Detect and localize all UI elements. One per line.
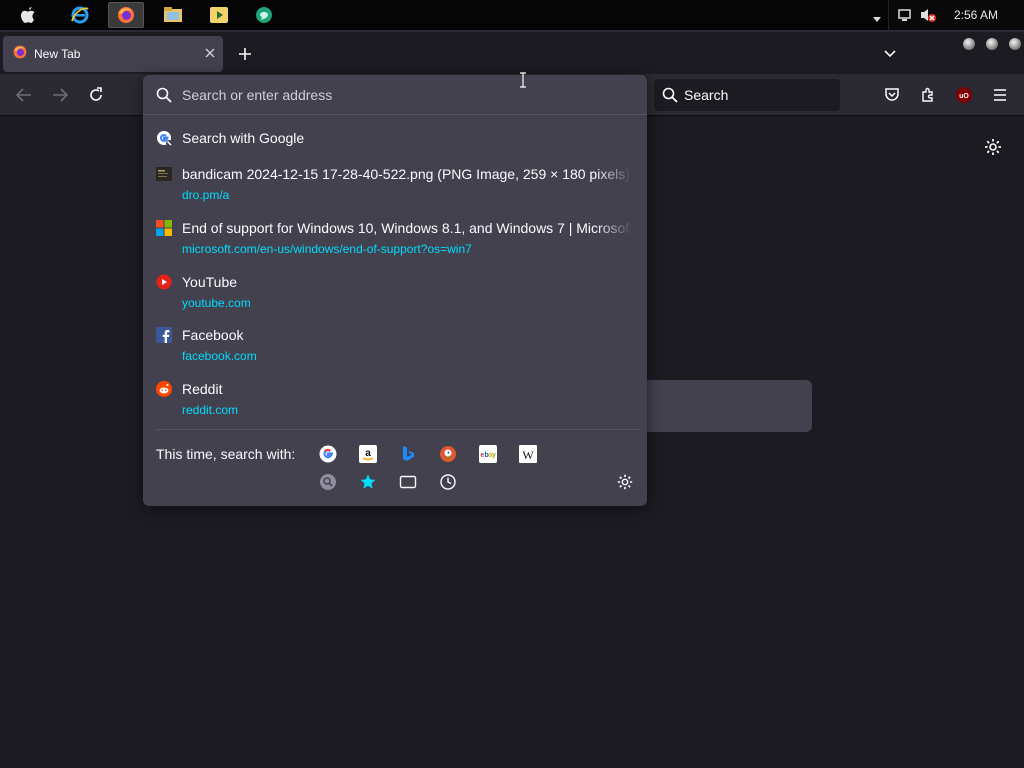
result-title: Reddit [182,381,223,397]
network-icon[interactable] [897,7,913,28]
new-tab-button[interactable] [232,41,258,67]
tray-arrow-icon[interactable] [872,11,882,29]
minimize-button[interactable] [963,38,975,50]
svg-text:y: y [492,452,496,459]
urlbar-dropdown: Search with Google bandicam 2024-12-15 1… [143,75,647,506]
system-tray: 2:56 AM [888,0,1024,30]
toolbar-search-box[interactable]: Search [654,79,840,111]
forward-arrow-icon [53,88,68,102]
internet-explorer-icon[interactable] [62,2,98,28]
search-suggestion-label: Search with Google [182,130,305,146]
one-off-separator [156,429,640,430]
pocket-icon [885,88,899,101]
ublock-origin-icon: uO [956,87,972,103]
amazon-engine-icon[interactable]: a [358,444,378,464]
maximize-button[interactable] [986,38,998,50]
ublock-origin-button[interactable]: uO [953,84,975,106]
result-title: bandicam 2024-12-15 17-28-40-522.png (PN… [182,166,630,182]
volume-muted-icon[interactable] [919,7,937,28]
urlbar-input[interactable] [182,86,622,103]
gear-icon [985,139,1001,155]
google-engine-icon[interactable] [318,444,338,464]
tab-title: New Tab [34,47,81,61]
back-arrow-icon [16,88,31,102]
search-settings-button[interactable] [616,473,634,496]
reddit-icon [156,381,172,397]
tabs-mode-icon[interactable] [398,472,418,492]
newtab-search-box-background [646,380,812,432]
wikipedia-engine-icon[interactable]: W [518,444,538,464]
one-off-search-label: This time, search with: [156,446,296,462]
chat-app-icon[interactable] [246,2,282,28]
facebook-icon [156,327,172,343]
result-title: Facebook [182,327,244,343]
microsoft-icon [156,220,172,236]
search-icon [156,87,172,103]
result-url: youtube.com [182,296,251,310]
result-row[interactable]: End of support for Windows 10, Windows 8… [143,218,647,258]
file-explorer-icon[interactable] [155,2,191,28]
svg-text:uO: uO [959,93,969,100]
result-row[interactable]: Reddit reddit.com [143,379,647,419]
bing-engine-icon[interactable] [398,444,418,464]
newtab-settings-button[interactable] [983,137,1003,162]
os-taskbar: 2:56 AM [0,0,1024,30]
result-url: dro.pm/a [182,188,230,202]
svg-text:a: a [365,448,371,459]
list-all-tabs-button[interactable] [884,45,896,63]
result-row[interactable]: YouTube youtube.com [143,272,647,312]
close-window-button[interactable] [1009,38,1021,50]
back-button[interactable] [13,84,35,106]
result-url: facebook.com [182,349,257,363]
result-url: microsoft.com/en-us/windows/end-of-suppo… [182,242,472,256]
bookmarks-star-icon[interactable] [358,472,378,492]
youtube-icon [156,274,172,290]
tab-new-tab[interactable]: New Tab [3,36,223,72]
result-title: End of support for Windows 10, Windows 8… [182,220,632,236]
svg-text:W: W [522,448,534,462]
pocket-button[interactable] [881,84,903,106]
search-tabs-mode-icon[interactable] [318,472,338,492]
urlbar[interactable] [143,75,647,115]
duckduckgo-engine-icon[interactable] [438,444,458,464]
result-row[interactable]: bandicam 2024-12-15 17-28-40-522.png (PN… [143,164,647,204]
result-row[interactable]: Facebook facebook.com [143,325,647,365]
media-player-icon[interactable] [201,2,237,28]
tab-close-icon[interactable] [197,45,223,63]
chevron-down-icon [884,50,896,58]
google-search-icon [156,130,172,146]
reload-button[interactable] [85,84,107,106]
tab-strip: New Tab [0,30,1024,74]
firefox-taskbar-icon[interactable] [108,2,144,28]
result-url: reddit.com [182,403,239,417]
forward-button[interactable] [49,84,71,106]
clock[interactable]: 2:56 AM [954,8,998,22]
search-suggestion-row[interactable]: Search with Google [143,128,647,148]
text-cursor-icon [519,72,527,93]
extensions-button[interactable] [917,84,939,106]
result-title: YouTube [182,274,238,290]
gear-icon [617,474,633,490]
plus-icon [239,48,251,60]
apple-menu-icon[interactable] [10,2,46,28]
search-icon [662,87,678,103]
ebay-engine-icon[interactable]: ebay [478,444,498,464]
history-clock-icon[interactable] [438,472,458,492]
app-menu-button[interactable] [989,84,1011,106]
reload-icon [90,87,102,101]
firefox-favicon-icon [12,44,28,65]
hamburger-menu-icon [994,89,1006,101]
puzzle-piece-icon [922,87,933,102]
image-thumb-icon [156,166,172,182]
search-box-label: Search [684,87,729,103]
